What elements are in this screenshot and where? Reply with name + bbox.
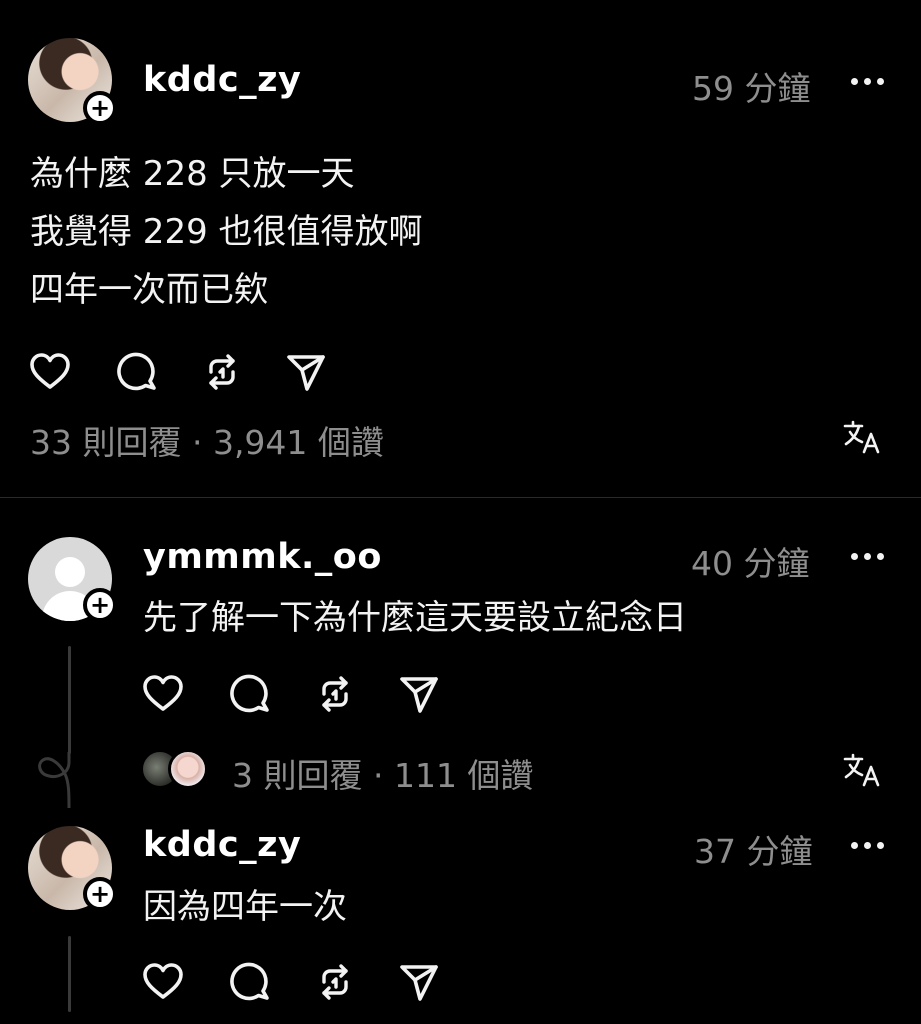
post-text-line: 四年一次而已欸 <box>30 270 268 310</box>
send-icon[interactable] <box>284 350 328 394</box>
username[interactable]: kddc_zy <box>143 825 301 865</box>
send-icon[interactable] <box>397 672 441 716</box>
thread-line <box>68 646 71 754</box>
timestamp: 40 分鐘 <box>691 544 810 583</box>
repost-icon[interactable] <box>313 672 357 716</box>
translate-icon[interactable] <box>842 418 882 458</box>
repost-icon[interactable] <box>313 960 357 1004</box>
heart-icon[interactable] <box>141 672 185 716</box>
reply-text: 因為四年一次 <box>143 887 347 927</box>
thread-loop-icon <box>38 752 71 808</box>
thread-line <box>68 936 71 1012</box>
reply-stats[interactable]: 3 則回覆 · 111 個讚 <box>232 749 533 797</box>
reply-actions <box>141 672 461 716</box>
timestamp: 37 分鐘 <box>694 832 813 871</box>
reply-actions <box>141 960 461 1004</box>
translate-icon[interactable] <box>842 751 882 791</box>
reply-text: 先了解一下為什麼這天要設立紀念日 <box>143 598 687 638</box>
more-icon[interactable] <box>851 76 885 86</box>
follow-plus-icon[interactable]: + <box>83 588 117 622</box>
follow-plus-icon[interactable]: + <box>83 91 117 125</box>
post-stats[interactable]: 33 則回覆 · 3,941 個讚 <box>30 416 384 464</box>
timestamp: 59 分鐘 <box>692 69 811 108</box>
replier-avatar[interactable] <box>168 749 208 789</box>
username[interactable]: kddc_zy <box>143 60 301 100</box>
heart-icon[interactable] <box>28 350 72 394</box>
repost-icon[interactable] <box>200 350 244 394</box>
username[interactable]: ymmmk._oo <box>143 537 382 577</box>
comment-icon[interactable] <box>227 960 271 1004</box>
comment-icon[interactable] <box>114 350 158 394</box>
post-actions <box>28 350 348 394</box>
more-icon[interactable] <box>851 551 885 561</box>
send-icon[interactable] <box>397 960 441 1004</box>
follow-plus-icon[interactable]: + <box>83 877 117 911</box>
post-text-line: 我覺得 229 也很值得放啊 <box>30 212 423 252</box>
heart-icon[interactable] <box>141 960 185 1004</box>
divider <box>0 497 921 498</box>
more-icon[interactable] <box>851 840 885 850</box>
comment-icon[interactable] <box>227 672 271 716</box>
post-text-line: 為什麼 228 只放一天 <box>30 154 355 194</box>
